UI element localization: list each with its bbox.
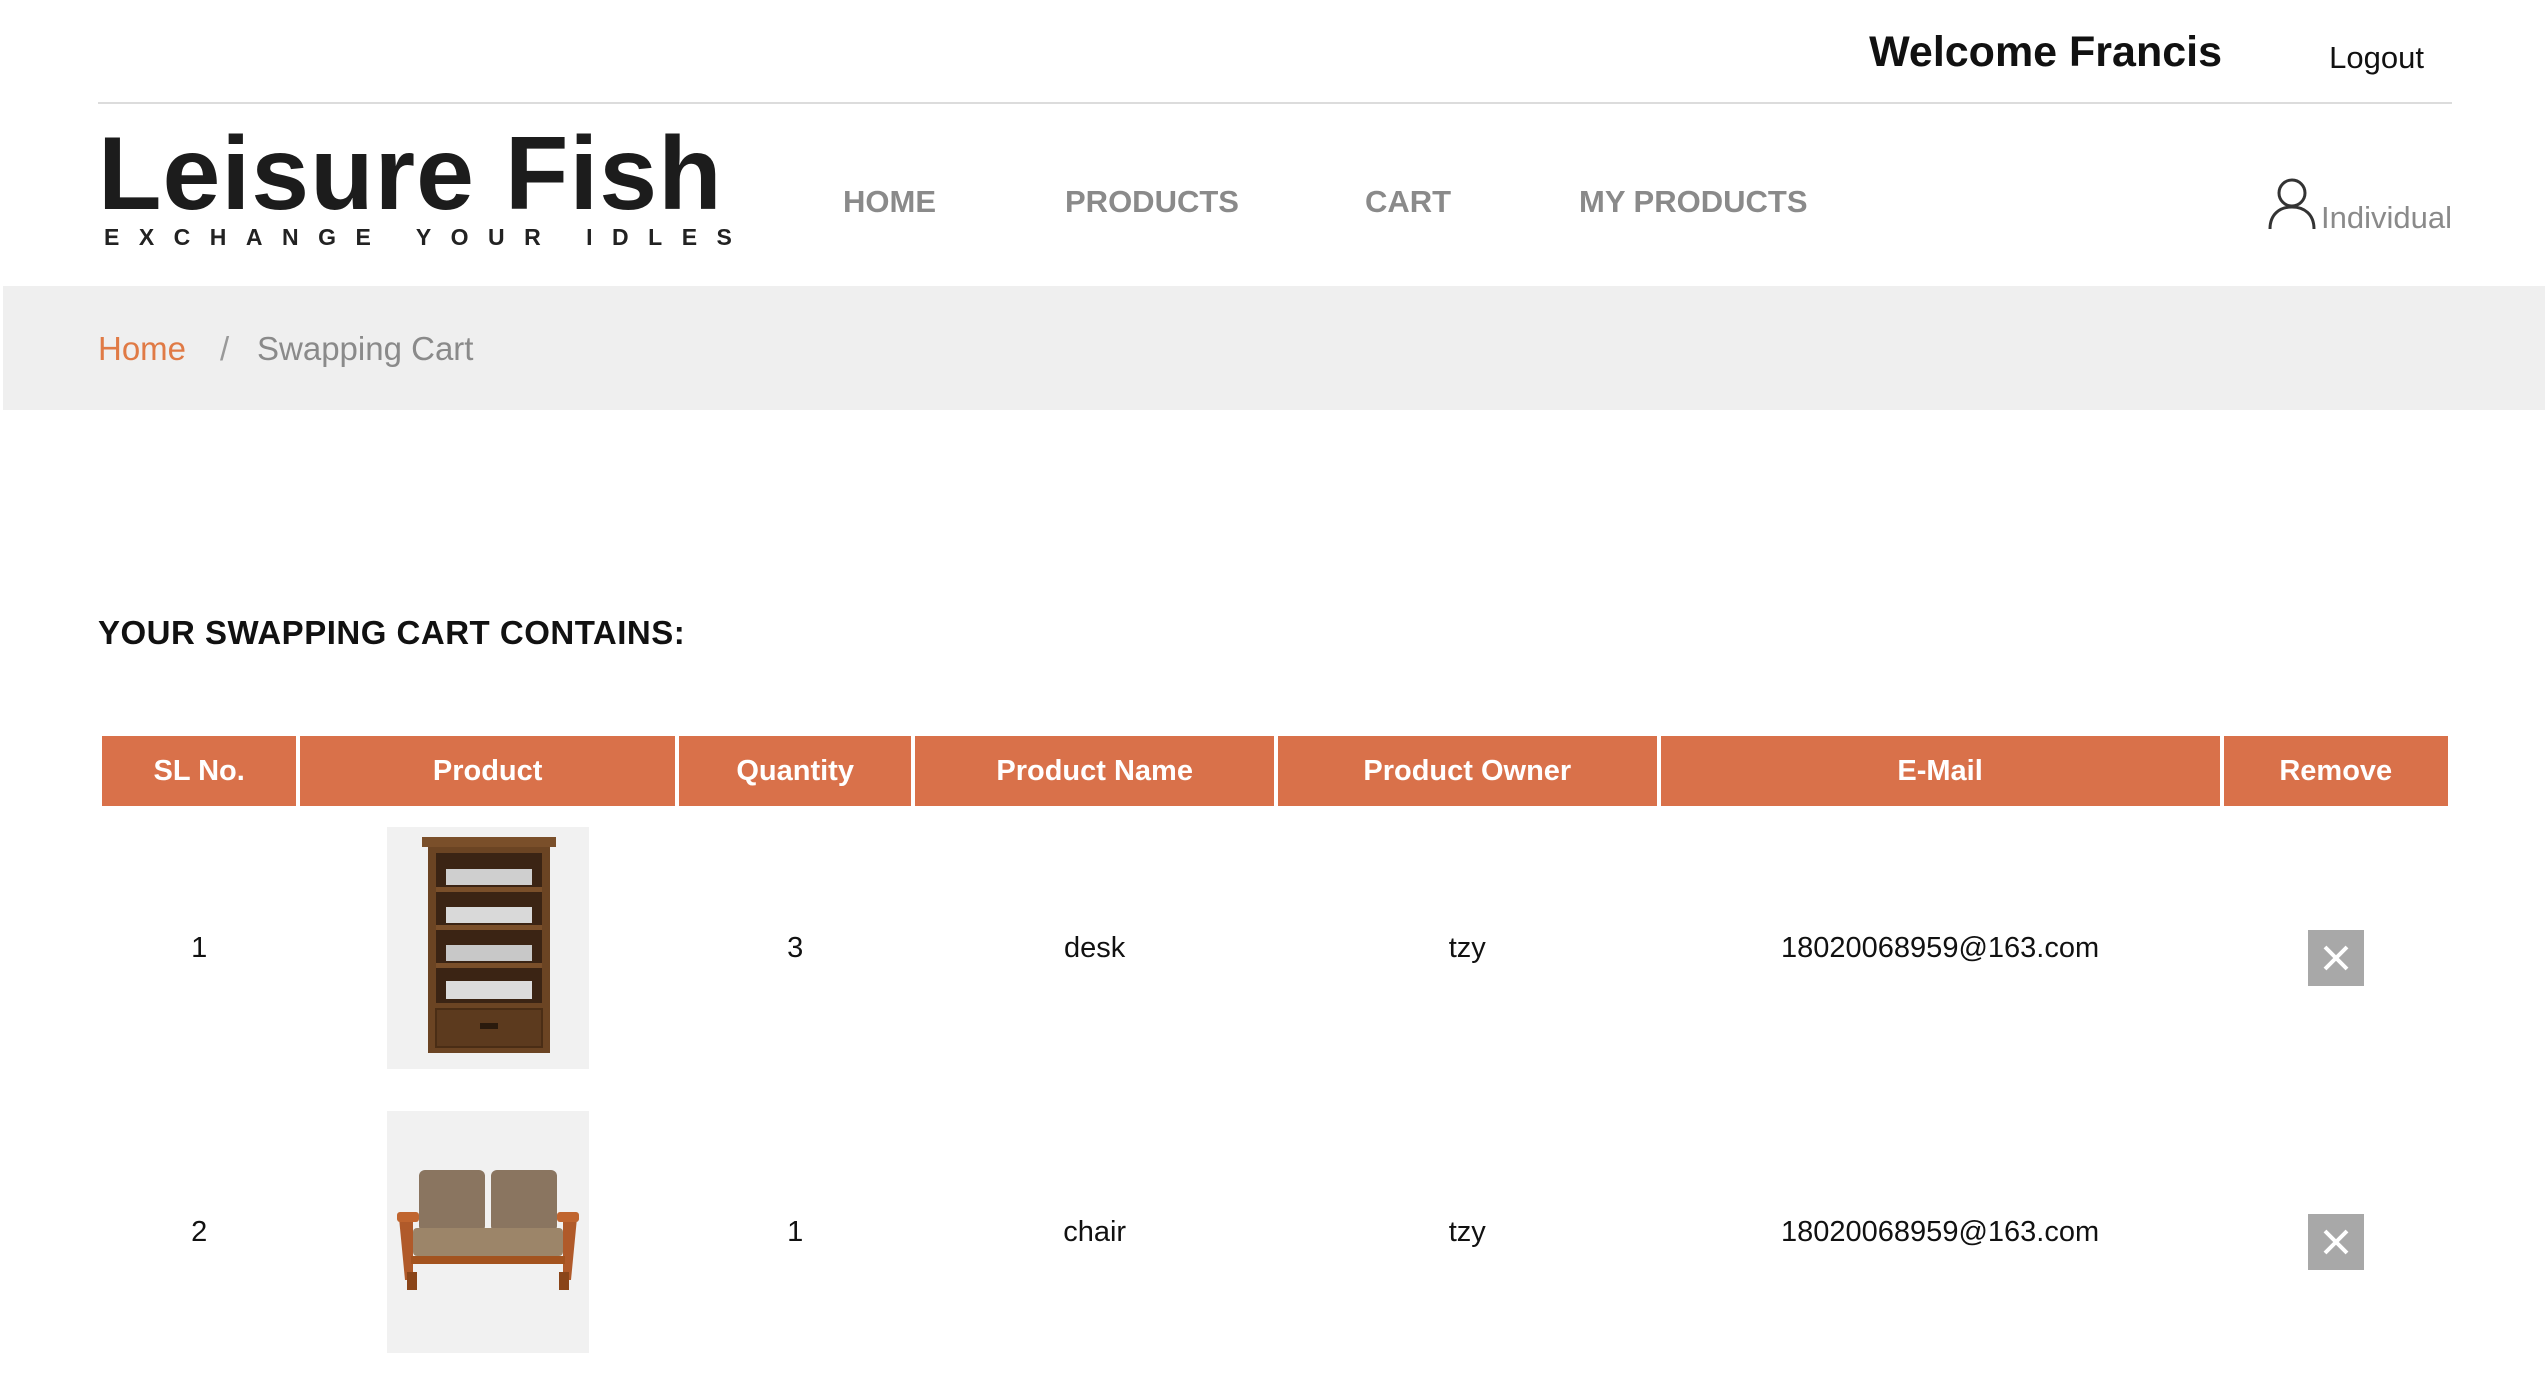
table-row: 2 1 chair tzy 18020068959@163.com bbox=[102, 1090, 2448, 1374]
column-header: E-Mail bbox=[1660, 736, 2220, 806]
product-image[interactable] bbox=[386, 1111, 589, 1353]
breadcrumb-home-link[interactable]: Home bbox=[98, 330, 186, 368]
column-header: Product Owner bbox=[1277, 736, 1657, 806]
nav-my-products[interactable]: MY PRODUCTS bbox=[1579, 184, 1808, 220]
breadcrumb-separator: / bbox=[220, 330, 230, 367]
column-header: Product bbox=[300, 736, 675, 806]
column-header: SL No. bbox=[102, 736, 297, 806]
nav-home[interactable]: HOME bbox=[843, 184, 936, 220]
product-name: desk bbox=[1064, 931, 1126, 964]
remove-button[interactable] bbox=[2307, 930, 2364, 986]
tv-cabinet-image bbox=[421, 837, 556, 1053]
column-header: Product Name bbox=[915, 736, 1274, 806]
close-icon bbox=[2323, 1229, 2349, 1255]
nav-cart[interactable]: CART bbox=[1365, 184, 1451, 220]
top-bar: Welcome Francis Logout bbox=[98, 0, 2452, 104]
column-header: Quantity bbox=[678, 736, 912, 806]
site-header: Leisure Fish EXCHANGE YOUR IDLES HOME PR… bbox=[0, 104, 2548, 284]
product-name: chair bbox=[1063, 1215, 1127, 1248]
cart-table: SL No. Product Quantity Product Name Pro… bbox=[98, 736, 2452, 1374]
nav-products[interactable]: PRODUCTS bbox=[1065, 184, 1239, 220]
quantity: 3 bbox=[787, 931, 804, 964]
quantity: 1 bbox=[787, 1215, 804, 1248]
sofa-image bbox=[396, 1170, 579, 1290]
cart-heading: YOUR SWAPPING CART CONTAINS: bbox=[98, 614, 686, 651]
user-menu[interactable]: Individual bbox=[2267, 176, 2452, 235]
table-row: 1 3 desk tzy 18020068959@163.com bbox=[102, 806, 2448, 1090]
table-header-row: SL No. Product Quantity Product Name Pro… bbox=[102, 736, 2448, 806]
remove-button[interactable] bbox=[2307, 1214, 2364, 1270]
logout-link[interactable]: Logout bbox=[2329, 40, 2424, 76]
user-label: Individual bbox=[2321, 199, 2452, 235]
product-owner: tzy bbox=[1448, 931, 1486, 964]
product-image[interactable] bbox=[386, 827, 589, 1069]
logo-tagline: EXCHANGE YOUR IDLES bbox=[104, 224, 752, 250]
column-header: Remove bbox=[2223, 736, 2448, 806]
logo-title: Leisure Fish bbox=[98, 116, 723, 232]
user-icon bbox=[2267, 176, 2317, 235]
sl-number: 1 bbox=[191, 931, 208, 964]
sl-number: 2 bbox=[191, 1215, 208, 1248]
owner-email: 18020068959@163.com bbox=[1781, 1215, 2100, 1248]
owner-email: 18020068959@163.com bbox=[1781, 931, 2100, 964]
breadcrumb: Home / Swapping Cart bbox=[3, 286, 2545, 410]
welcome-text: Welcome Francis bbox=[1869, 28, 2222, 76]
product-owner: tzy bbox=[1448, 1215, 1486, 1248]
close-icon bbox=[2323, 945, 2349, 971]
breadcrumb-current: Swapping Cart bbox=[257, 330, 474, 367]
